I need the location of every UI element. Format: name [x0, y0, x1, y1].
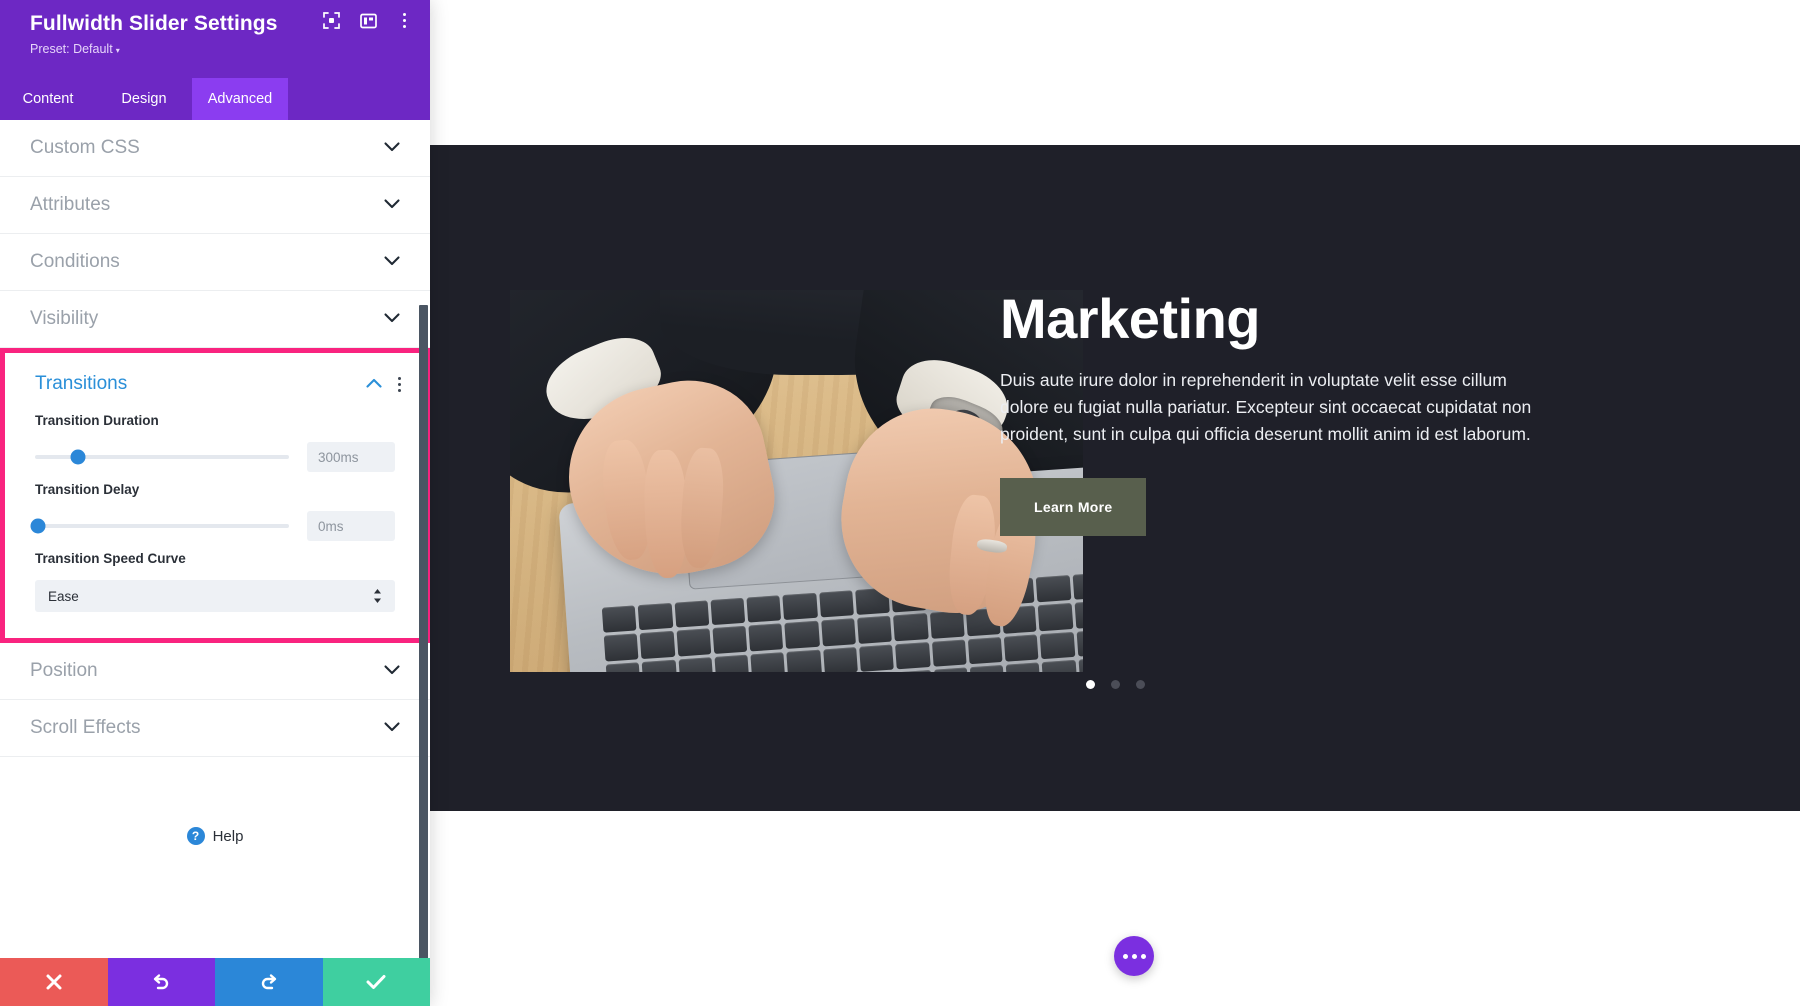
slider-dot-1[interactable]: [1085, 680, 1095, 689]
panel-scrollbar[interactable]: [419, 305, 428, 958]
accordion-label: Position: [30, 660, 98, 681]
accordion-label: Conditions: [30, 251, 120, 272]
tab-content[interactable]: Content: [0, 78, 96, 120]
field-transition-speed-curve: Transition Speed Curve Ease: [5, 541, 425, 612]
duration-slider[interactable]: [35, 449, 289, 465]
help-label: Help: [212, 827, 244, 845]
slide-text-block: Marketing Duis aute irure dolor in repre…: [1000, 287, 1560, 536]
delay-slider[interactable]: [30, 518, 289, 534]
slider-dot-navigation[interactable]: [430, 680, 1800, 689]
fab-dot-3: [1140, 953, 1146, 959]
transitions-highlight-annotation: Transitions Transition Duration 300ms Tr…: [0, 348, 430, 643]
tab-advanced[interactable]: Advanced: [192, 78, 288, 120]
laptop-photo: [510, 290, 1083, 672]
field-transition-delay: Transition Delay 0ms: [5, 472, 425, 541]
preset-label: Preset: Default: [30, 42, 113, 56]
modal-body: Custom CSS Attributes Conditions Visibil…: [0, 120, 430, 958]
accordion-label: Transitions: [35, 373, 128, 394]
chevron-down-icon: [384, 662, 400, 680]
undo-button[interactable]: [107, 958, 215, 1006]
tab-design[interactable]: Design: [96, 78, 192, 120]
cancel-button[interactable]: [0, 958, 108, 1006]
chevron-down-icon: ▾: [115, 46, 120, 55]
help-icon: ?: [186, 827, 205, 845]
fab-dot-2: [1131, 953, 1137, 959]
accordion-position[interactable]: Position: [0, 643, 430, 700]
field-label: Transition Speed Curve: [35, 551, 186, 566]
speed-curve-select[interactable]: Ease: [35, 580, 395, 612]
modal-header: Fullwidth Slider Settings Preset: Defaul…: [0, 0, 430, 78]
kebab-menu-icon[interactable]: [398, 376, 401, 392]
slide-description: Duis aute irure dolor in reprehenderit i…: [1000, 369, 1532, 444]
preset-selector[interactable]: Preset: Default ▾: [30, 42, 408, 56]
chevron-down-icon: [384, 253, 400, 271]
modal-tabs: Content Design Advanced: [0, 78, 430, 120]
accordion-custom-css[interactable]: Custom CSS: [0, 120, 430, 177]
accordion-label: Attributes: [30, 194, 111, 215]
help-link[interactable]: ? Help: [0, 757, 430, 877]
chevron-down-icon: [384, 196, 400, 214]
redo-button[interactable]: [215, 958, 323, 1006]
fullwidth-slider-module[interactable]: Marketing Duis aute irure dolor in repre…: [430, 145, 1800, 811]
duration-slider-thumb[interactable]: [70, 449, 86, 465]
accordion-conditions[interactable]: Conditions: [0, 234, 430, 291]
speed-curve-value: Ease: [48, 588, 79, 604]
accordion-attributes[interactable]: Attributes: [0, 177, 430, 234]
header-icon-group: [323, 12, 412, 29]
chevron-down-icon: [384, 139, 400, 157]
slide-image: [510, 290, 1083, 672]
slide-title: Marketing: [1000, 287, 1261, 350]
accordion-label: Custom CSS: [30, 137, 140, 158]
learn-more-button[interactable]: Learn More: [1000, 477, 1147, 536]
chevron-down-icon: [384, 310, 400, 328]
page-settings-fab[interactable]: [1114, 936, 1154, 976]
chevron-updown-icon: [373, 588, 382, 604]
chevron-down-icon: [384, 719, 400, 737]
duration-value-input[interactable]: 300ms: [307, 442, 395, 472]
slider-dot-3[interactable]: [1135, 680, 1145, 689]
fab-dot-1: [1122, 953, 1128, 959]
accordion-label: Scroll Effects: [30, 717, 141, 738]
accordion-label: Visibility: [30, 308, 99, 329]
layout-panel-icon[interactable]: [360, 13, 377, 29]
chevron-up-icon[interactable]: [366, 375, 382, 393]
focus-icon[interactable]: [323, 12, 340, 29]
accordion-transitions: Transitions Transition Duration 300ms Tr…: [5, 353, 425, 638]
field-transition-duration: Transition Duration 300ms: [5, 403, 425, 472]
module-settings-modal: Fullwidth Slider Settings Preset: Defaul…: [0, 0, 430, 1006]
delay-value-input[interactable]: 0ms: [307, 511, 395, 541]
kebab-menu-icon[interactable]: [397, 13, 412, 28]
field-label: Transition Duration: [35, 413, 159, 428]
save-button[interactable]: [322, 958, 430, 1006]
accordion-scroll-effects[interactable]: Scroll Effects: [0, 700, 430, 757]
delay-slider-thumb[interactable]: [30, 518, 46, 534]
modal-footer: [0, 958, 430, 1006]
accordion-visibility[interactable]: Visibility: [0, 291, 430, 348]
slider-dot-2[interactable]: [1110, 680, 1120, 689]
field-label: Transition Delay: [35, 482, 140, 497]
transitions-header[interactable]: Transitions: [5, 353, 425, 403]
